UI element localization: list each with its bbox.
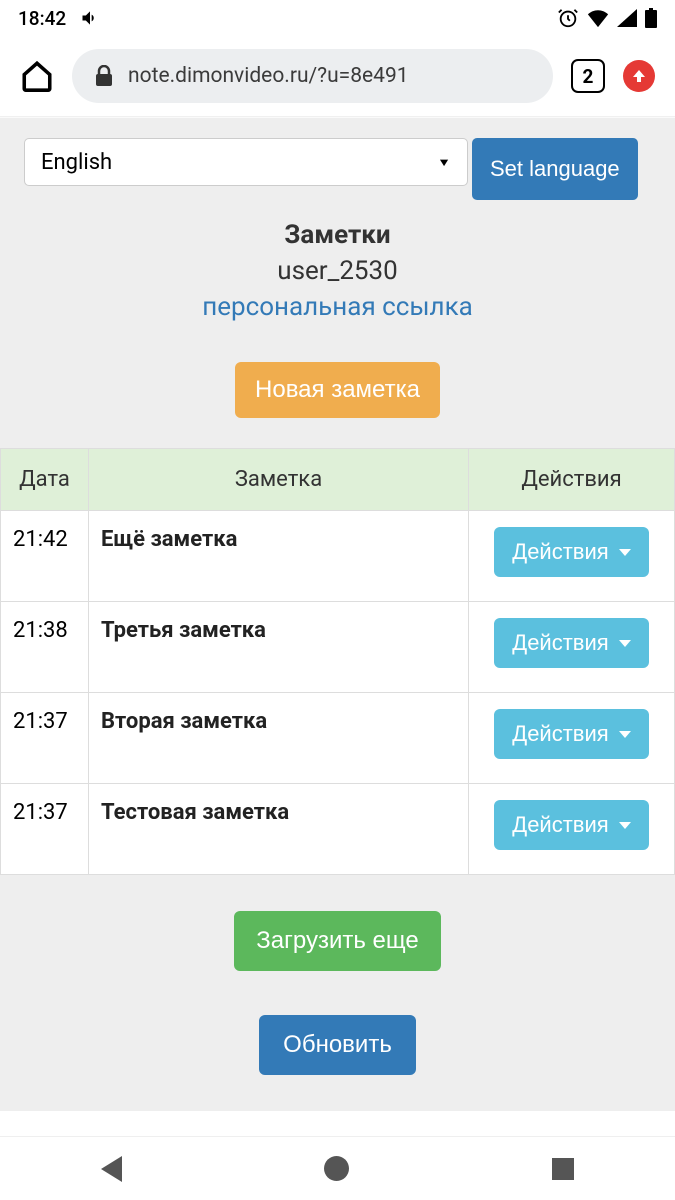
cell-actions: Действия [469,693,675,784]
cell-note: Вторая заметка [89,693,469,784]
actions-dropdown-button[interactable]: Действия [494,618,648,668]
cell-date: 21:37 [1,693,89,784]
chevron-down-icon [619,731,631,738]
personal-link[interactable]: персональная ссылка [202,292,473,322]
set-language-button[interactable]: Set language [472,138,638,200]
chevron-down-icon [619,640,631,647]
refresh-button[interactable]: Обновить [259,1015,416,1075]
url-bar[interactable]: note.dimonvideo.ru/?u=8e491 [72,49,553,103]
page-title: Заметки [0,220,675,250]
cell-actions: Действия [469,602,675,693]
android-status-bar: 18:42 [0,0,675,36]
browser-toolbar: note.dimonvideo.ru/?u=8e491 2 [0,36,675,116]
table-row: 21:42Ещё заметка Действия [1,511,675,602]
col-header-actions: Действия [469,449,675,511]
cell-note: Третья заметка [89,602,469,693]
table-row: 21:37Вторая заметка Действия [1,693,675,784]
actions-dropdown-button[interactable]: Действия [494,800,648,850]
chevron-down-icon [619,549,631,556]
wifi-icon [587,8,609,28]
col-header-date: Дата [1,449,89,511]
cell-actions: Действия [469,511,675,602]
chevron-down-icon: ▼ [437,155,451,169]
recents-icon[interactable] [552,1158,574,1180]
cell-date: 21:42 [1,511,89,602]
page-content: English ▼ Set language Заметки user_2530… [0,118,675,1111]
chevron-down-icon [619,822,631,829]
load-more-button[interactable]: Загрузить еще [234,911,440,971]
username: user_2530 [0,256,675,286]
url-text: note.dimonvideo.ru/?u=8e491 [128,64,409,88]
language-select[interactable]: English ▼ [24,138,468,186]
update-icon[interactable] [623,60,655,92]
cell-note: Тестовая заметка [89,784,469,875]
cell-date: 21:38 [1,602,89,693]
signal-icon [617,9,637,27]
lock-icon [94,65,114,87]
android-nav-bar [0,1136,675,1200]
battery-icon [645,8,657,28]
cell-date: 21:37 [1,784,89,875]
cell-actions: Действия [469,784,675,875]
notes-table: Дата Заметка Действия 21:42Ещё заметкаДе… [0,448,675,875]
actions-dropdown-button[interactable]: Действия [494,709,648,759]
cell-note: Ещё заметка [89,511,469,602]
alarm-icon [557,7,579,29]
col-header-note: Заметка [89,449,469,511]
back-icon[interactable] [101,1156,122,1182]
table-row: 21:37Тестовая заметка Действия [1,784,675,875]
home-icon[interactable] [20,59,54,93]
volume-icon [80,8,100,28]
tab-count-badge[interactable]: 2 [571,59,605,93]
table-row: 21:38Третья заметка Действия [1,602,675,693]
status-time: 18:42 [18,7,66,30]
new-note-button[interactable]: Новая заметка [235,362,440,418]
home-nav-icon[interactable] [324,1156,349,1181]
actions-dropdown-button[interactable]: Действия [494,527,648,577]
